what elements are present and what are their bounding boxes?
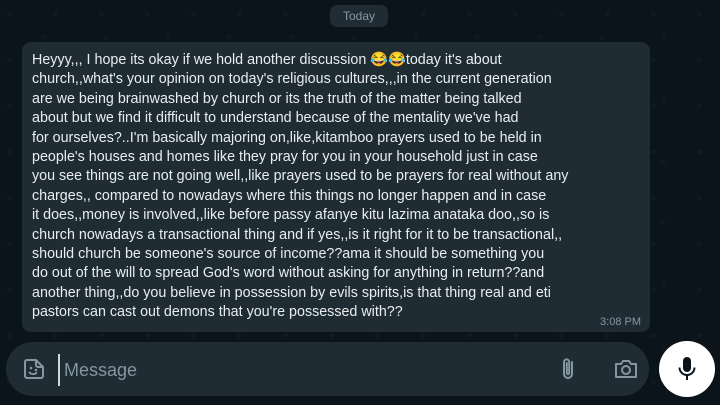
message-text: Heyyy,,, I hope its okay if we hold anot… — [32, 51, 640, 323]
message-timestamp: 3:08 PM — [600, 316, 641, 328]
message-line: church,,what's your opinion on today's r… — [32, 71, 552, 88]
message-line: people's houses and homes like they pray… — [32, 149, 538, 166]
message-composer — [6, 342, 649, 396]
paperclip-icon[interactable] — [556, 356, 580, 382]
message-line: it does,,money is involved,,like before … — [32, 207, 550, 224]
message-line: do out of the will to spread God's word … — [32, 265, 545, 282]
message-line: for ourselves?..I'm basically majoring o… — [32, 129, 542, 146]
message-line: church nowadays a transactional thing an… — [32, 226, 563, 243]
voice-record-button[interactable] — [659, 341, 715, 397]
mic-icon — [678, 357, 696, 380]
camera-icon[interactable] — [613, 357, 639, 381]
message-line: about but we find it difficult to unders… — [32, 110, 519, 127]
message-line: charges,, compared to nowadays where thi… — [32, 187, 547, 204]
sticker-icon[interactable] — [22, 357, 46, 381]
message-line: are we being brainwashed by church or it… — [32, 90, 522, 107]
message-input[interactable] — [58, 354, 536, 386]
message-line: another thing,,do you believe in possess… — [32, 284, 551, 301]
message-line: pastors can cast out demons that you're … — [32, 304, 403, 321]
message-line: Heyyy,,, I hope its okay if we hold anot… — [32, 52, 502, 68]
message-line: you see things are not going well,,like … — [32, 168, 569, 185]
date-separator: Today — [330, 5, 388, 27]
message-line: should church be someone's source of inc… — [32, 246, 545, 263]
incoming-message-bubble[interactable]: Heyyy,,, I hope its okay if we hold anot… — [22, 42, 650, 332]
